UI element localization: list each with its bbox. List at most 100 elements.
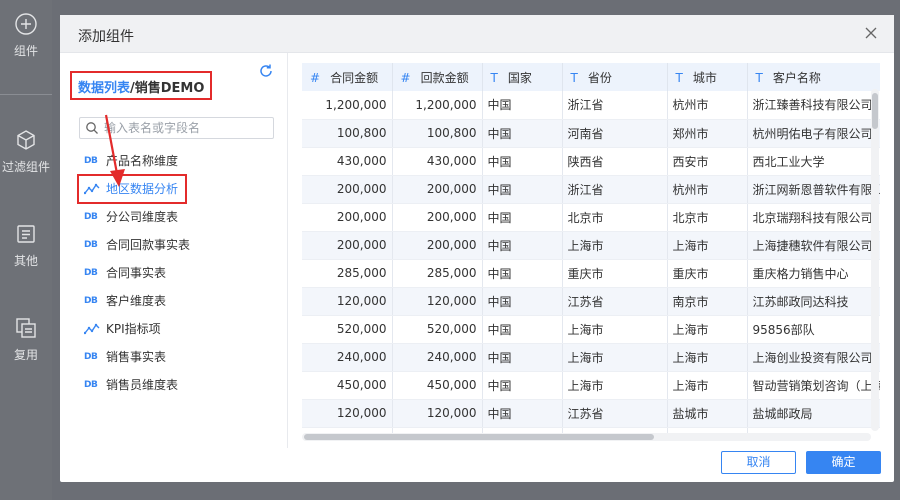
table-cell: 450,000 (392, 371, 483, 400)
table-cell: 中国 (482, 91, 563, 120)
sidebar-item-filter[interactable]: 过滤组件 (0, 128, 52, 175)
table-list: DB 产品名称维度 地区数据分析 DB 分公司维度表 DB 合同回款事实表 DB… (77, 147, 283, 399)
scrollbar-thumb[interactable] (304, 434, 654, 440)
sidebar-item-label: 过滤组件 (1, 160, 50, 174)
sidebar-item-label: 组件 (13, 44, 38, 58)
table-cell: 上海市 (562, 231, 668, 260)
column-header[interactable]: T 省份 (562, 63, 668, 91)
table-item-region-analysis[interactable]: 地区数据分析 (77, 174, 187, 204)
table-cell: 120,000 (302, 399, 393, 428)
breadcrumb-data-list-link[interactable]: 数据列表 (78, 81, 130, 96)
table-row: 200,000 200,000 中国 浙江省 杭州市 浙江网新恩普软件有限公 (302, 175, 880, 204)
table-cell: 1,200,000 (302, 91, 393, 120)
table-item-label: 地区数据分析 (106, 182, 179, 196)
table-cell: 中国 (482, 147, 563, 176)
sidebar-item-other[interactable]: 其他 (0, 222, 52, 269)
breadcrumb-package: 销售DEMO (134, 81, 205, 96)
table-cell: 120,000 (302, 287, 393, 316)
table-cell: 285,000 (392, 259, 483, 288)
table-cell: 河南省 (562, 119, 668, 148)
table-cell: 上海市 (667, 371, 748, 400)
table-cell: 浙江省 (562, 91, 668, 120)
table-cell: 中国 (482, 259, 563, 288)
db-icon: DB (84, 296, 98, 306)
analysis-icon (84, 183, 100, 195)
table-row: 240,000 240,000 中国 上海市 上海市 上海创业投资有限公司 (302, 343, 880, 372)
table-cell: 中国 (482, 343, 563, 372)
table-item-contract-payment-fact[interactable]: DB 合同回款事实表 (78, 231, 283, 259)
table-item-product-dimension[interactable]: DB 产品名称维度 (78, 147, 283, 175)
table-cell: 200,000 (392, 231, 483, 260)
scrollbar-thumb[interactable] (872, 93, 878, 129)
table-cell: 1,200,000 (392, 91, 483, 120)
table-cell: 中国 (482, 175, 563, 204)
table-item-contract-fact[interactable]: DB 合同事实表 (78, 259, 283, 287)
table-cell: 100,800 (392, 119, 483, 148)
table-row: 200,000 200,000 中国 上海市 上海市 上海捷穗软件有限公司 (302, 231, 880, 260)
table-cell: 100,800 (302, 119, 393, 148)
db-icon: DB (84, 240, 98, 250)
column-header[interactable]: # 回款金额 (392, 63, 483, 91)
table-cell: 上海创业投资有限公司 (747, 343, 880, 372)
table-cell: 重庆格力销售中心 (747, 259, 880, 288)
table-cell: 上海市 (667, 231, 748, 260)
table-row: 200,000 200,000 中国 北京市 北京市 北京瑞翔科技有限公司 (302, 203, 880, 232)
column-header-label: 合同金额 (330, 70, 379, 85)
column-header-label: 客户名称 (772, 70, 821, 85)
table-cell: 北京瑞翔科技有限公司 (747, 203, 880, 232)
column-header[interactable]: T 客户名称 (747, 63, 880, 91)
table-cell: 120,000 (392, 399, 483, 428)
table-cell: 上海市 (562, 343, 668, 372)
table-cell: 南京市 (667, 287, 748, 316)
table-cell: 中国 (482, 231, 563, 260)
table-cell: 450,000 (302, 371, 393, 400)
column-header[interactable]: T 国家 (482, 63, 563, 91)
table-item-label: 销售员维度表 (106, 378, 179, 392)
table-cell: 江苏省 (562, 399, 668, 428)
table-item-kpi[interactable]: KPI指标项 (78, 315, 283, 343)
refresh-icon[interactable] (258, 63, 274, 79)
table-cell: 江苏邮政同达科技 (747, 287, 880, 316)
search-icon (86, 122, 98, 134)
table-cell: 520,000 (302, 315, 393, 344)
table-cell: 浙江网新恩普软件有限公 (747, 175, 880, 204)
vertical-scrollbar[interactable] (871, 89, 879, 431)
column-header-label: 省份 (587, 70, 612, 85)
table-cell: 江苏省 (562, 287, 668, 316)
column-header[interactable]: T 城市 (667, 63, 748, 91)
table-item-sales-fact[interactable]: DB 销售事实表 (78, 343, 283, 371)
table-cell: 120,000 (392, 287, 483, 316)
table-cell: 200,000 (302, 175, 393, 204)
search-field[interactable] (79, 117, 274, 139)
table-body: 1,200,000 1,200,000 中国 浙江省 杭州市 浙江臻善科技有限公司 100,… (302, 91, 880, 438)
cancel-button[interactable]: 取消 (721, 451, 796, 474)
table-item-branch-dimension[interactable]: DB 分公司维度表 (78, 203, 283, 231)
table-cell: 盐城市 (667, 399, 748, 428)
horizontal-scrollbar[interactable] (302, 433, 871, 441)
search-input[interactable] (104, 120, 269, 136)
text-type-icon: T (755, 70, 763, 85)
table-row: 520,000 520,000 中国 上海市 上海市 95856部队 (302, 315, 880, 344)
table-item-salesperson-dimension[interactable]: DB 销售员维度表 (78, 371, 283, 399)
table-list-pane: 数据列表/销售DEMO DB 产品名称维度 地区数据分析 DB 分公司维度表 D… (60, 53, 288, 448)
confirm-button[interactable]: 确定 (806, 451, 881, 474)
table-cell: 200,000 (302, 203, 393, 232)
data-preview-pane: # 合同金额 # 回款金额 T 国家 T 省份 T 城市 T 客户名称 1,200,000 1,200,… (302, 63, 880, 443)
table-item-label: KPI指标项 (106, 322, 161, 336)
app-sidebar: 组件 过滤组件 其他 复用 (0, 0, 52, 500)
column-header-label: 城市 (692, 70, 717, 85)
table-cell: 西安市 (667, 147, 748, 176)
dialog-title: 添加组件 (78, 29, 134, 45)
column-header[interactable]: # 合同金额 (302, 63, 393, 91)
column-header-label: 回款金额 (420, 70, 469, 85)
table-item-label: 分公司维度表 (106, 210, 179, 224)
table-cell: 285,000 (302, 259, 393, 288)
close-icon[interactable] (862, 24, 880, 42)
table-cell: 中国 (482, 119, 563, 148)
table-cell: 200,000 (392, 175, 483, 204)
table-cell: 杭州明佑电子有限公司 (747, 119, 880, 148)
table-item-customer-dimension[interactable]: DB 客户维度表 (78, 287, 283, 315)
table-row: 430,000 430,000 中国 陕西省 西安市 西北工业大学 (302, 147, 880, 176)
sidebar-item-component[interactable]: 组件 (0, 12, 52, 59)
sidebar-item-reuse[interactable]: 复用 (0, 316, 52, 363)
